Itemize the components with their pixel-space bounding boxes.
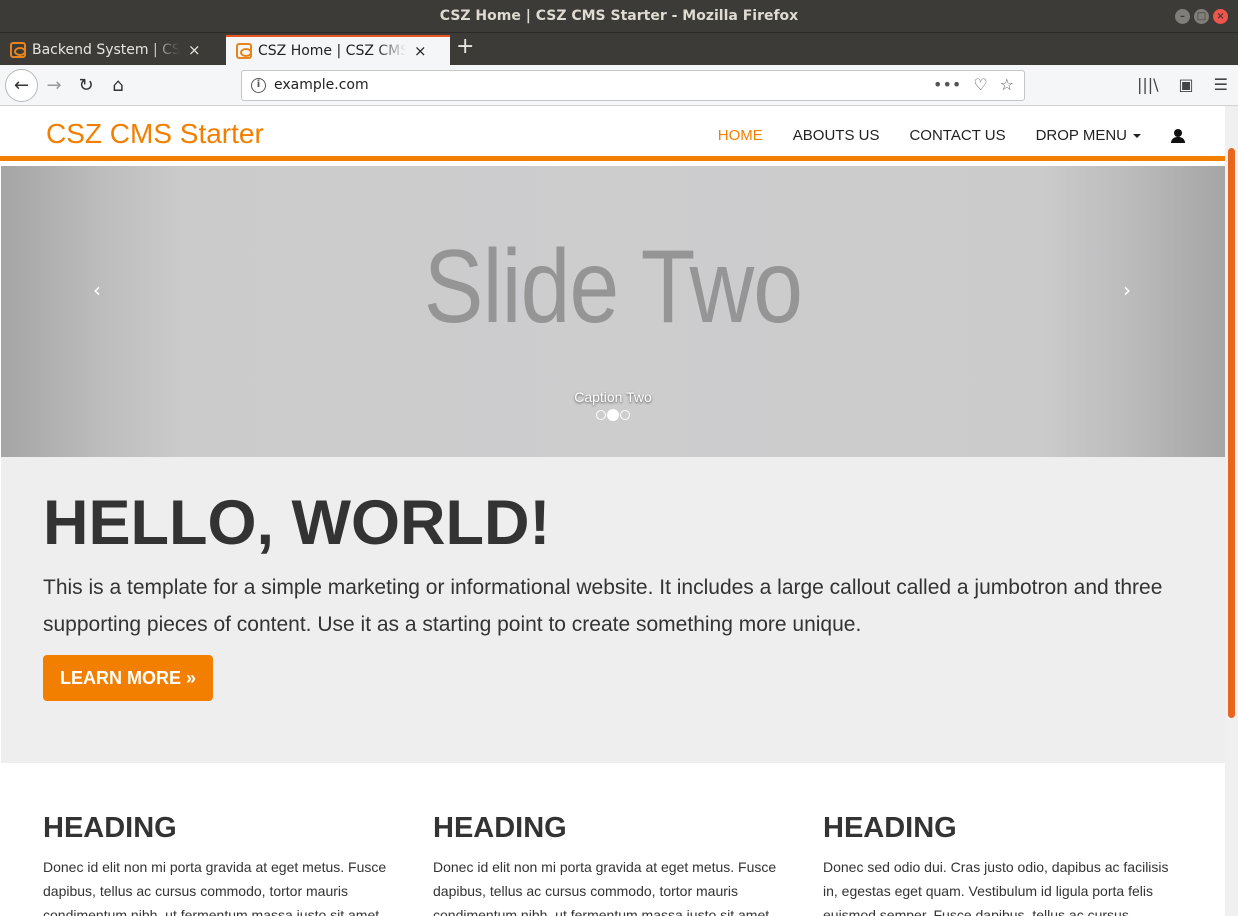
tab-csz-home[interactable]: CSZ Home | CSZ CMS Starter × (226, 35, 450, 65)
column-text: Donec id elit non mi porta gravida at eg… (433, 859, 777, 916)
hamburger-menu-icon[interactable]: ☰ (1214, 75, 1228, 94)
site-brand[interactable]: CSZ CMS Starter (46, 118, 264, 150)
jumbotron-text: This is a template for a simple marketin… (43, 576, 1163, 636)
carousel-indicators (596, 409, 630, 421)
site-favicon-icon (10, 42, 26, 58)
column-heading: HEADING (43, 812, 177, 844)
learn-more-button[interactable]: LEARN MORE » (43, 655, 213, 701)
page-scrollbar[interactable] (1225, 106, 1238, 916)
url-actions: ••• ♡ ☆ (933, 75, 1014, 94)
nav-home[interactable]: HOME (718, 127, 763, 144)
window-titlebar: CSZ Home | CSZ CMS Starter - Mozilla Fir… (0, 0, 1238, 33)
content-column: HEADING Donec id elit non mi porta gravi… (43, 812, 403, 916)
carousel-indicator[interactable] (596, 410, 606, 420)
page-viewport: CSZ CMS Starter HOME ABOUTS US CONTACT U… (0, 106, 1238, 916)
bookmark-star-icon[interactable]: ☆ (1000, 75, 1014, 94)
column-text: Donec sed odio dui. Cras justo odio, dap… (823, 859, 1169, 916)
library-icon[interactable]: |||\ (1137, 75, 1159, 94)
site-info-icon[interactable]: i (251, 78, 266, 93)
url-text[interactable]: example.com (274, 77, 369, 93)
caret-down-icon (1133, 134, 1141, 139)
navigation-toolbar: ← → ↻ ⌂ i example.com ••• ♡ ☆ |||\ ▣ ☰ (0, 65, 1238, 106)
pocket-icon[interactable]: ♡ (973, 75, 987, 94)
window-title: CSZ Home | CSZ CMS Starter - Mozilla Fir… (439, 8, 799, 24)
carousel-next-icon[interactable]: › (1123, 278, 1131, 302)
scrollbar-thumb[interactable] (1228, 148, 1235, 718)
sidebar-icon[interactable]: ▣ (1179, 75, 1194, 94)
nav-drop-menu-label: DROP MENU (1035, 127, 1127, 144)
close-window-button[interactable]: × (1213, 9, 1228, 24)
tab-close-icon[interactable]: × (188, 41, 201, 59)
user-icon[interactable] (1171, 128, 1185, 143)
new-tab-button[interactable]: + (456, 36, 474, 58)
carousel: Slide Two ‹ › Caption Two (1, 166, 1225, 457)
window-controls: – □ × (1175, 9, 1228, 24)
content-column: HEADING Donec id elit non mi porta gravi… (433, 812, 793, 916)
jumbotron: HELLO, WORLD! This is a template for a s… (1, 457, 1225, 763)
maximize-button[interactable]: □ (1194, 9, 1209, 24)
nav-drop-menu[interactable]: DROP MENU (1036, 127, 1141, 144)
page-actions-icon[interactable]: ••• (933, 75, 961, 94)
tab-backend-system[interactable]: Backend System | CSZ CMS Starter × (0, 35, 224, 65)
back-button[interactable]: ← (5, 69, 38, 102)
tab-label: Backend System | CSZ CMS Starter (32, 42, 180, 58)
jumbotron-heading: HELLO, WORLD! (43, 488, 551, 558)
column-heading: HEADING (823, 812, 957, 844)
carousel-indicator-active[interactable] (607, 409, 619, 421)
minimize-button[interactable]: – (1175, 9, 1190, 24)
slide-image-text: Slide Two (423, 229, 803, 345)
column-text: Donec id elit non mi porta gravida at eg… (43, 859, 387, 916)
tab-strip: Backend System | CSZ CMS Starter × CSZ H… (0, 33, 1238, 65)
tab-close-icon[interactable]: × (414, 42, 427, 60)
tab-label: CSZ Home | CSZ CMS Starter (258, 43, 406, 59)
slide-caption: Caption Two (574, 389, 652, 405)
site-favicon-icon (236, 43, 252, 59)
carousel-indicator[interactable] (620, 410, 630, 420)
content-column: HEADING Donec sed odio dui. Cras justo o… (823, 812, 1183, 916)
home-button[interactable]: ⌂ (105, 73, 131, 99)
column-heading: HEADING (433, 812, 567, 844)
toolbar-right-icons: |||\ ▣ ☰ (1137, 75, 1228, 94)
site-header: CSZ CMS Starter HOME ABOUTS US CONTACT U… (0, 106, 1225, 161)
carousel-prev-icon[interactable]: ‹ (93, 278, 101, 302)
site-nav: HOME ABOUTS US CONTACT US DROP MENU (718, 127, 1185, 144)
nav-abouts-us[interactable]: ABOUTS US (793, 127, 880, 144)
url-bar[interactable]: i example.com ••• ♡ ☆ (241, 70, 1025, 101)
forward-button[interactable]: → (41, 73, 67, 99)
reload-button[interactable]: ↻ (73, 73, 99, 99)
nav-contact-us[interactable]: CONTACT US (909, 127, 1005, 144)
